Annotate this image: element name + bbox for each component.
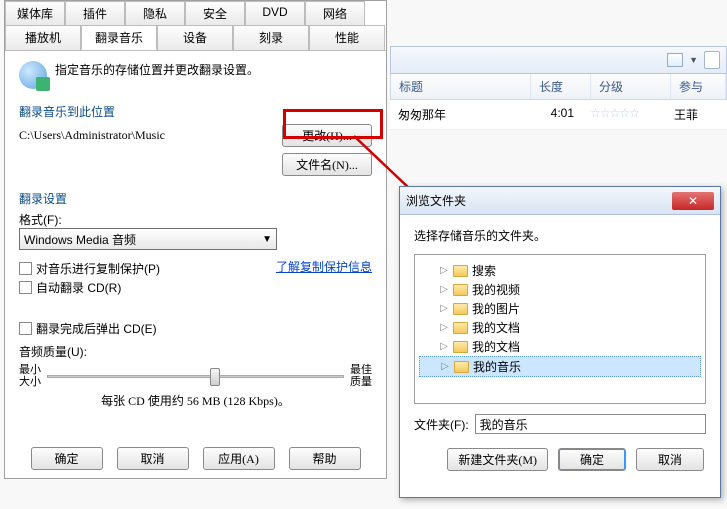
col-length[interactable]: 长度 [531, 74, 591, 99]
col-title[interactable]: 标题 [391, 74, 531, 99]
chevron-down-icon: ▼ [262, 234, 272, 245]
tab-network[interactable]: 网络 [305, 1, 365, 25]
cell-length: 4:01 [530, 106, 590, 123]
cell-title: 匆匆那年 [390, 106, 530, 123]
dialog-cancel-button[interactable]: 取消 [636, 448, 704, 471]
cd-rip-icon [19, 61, 47, 89]
tab-media-library[interactable]: 媒体库 [5, 1, 65, 25]
folder-icon [453, 341, 468, 353]
group-rip-settings: 翻录设置 [19, 190, 372, 207]
col-rating[interactable]: 分级 [591, 74, 671, 99]
tree-item-selected[interactable]: ▷我的音乐 [419, 356, 701, 377]
table-row[interactable]: 匆匆那年 4:01 ☆☆☆☆☆ 王菲 [390, 100, 727, 130]
cell-rating[interactable]: ☆☆☆☆☆ [590, 106, 670, 123]
format-value: Windows Media 音频 [24, 231, 136, 248]
header-description: 指定音乐的存储位置并更改翻录设置。 [55, 61, 259, 78]
tab-performance[interactable]: 性能 [309, 25, 385, 50]
view-options-icon[interactable] [667, 53, 683, 67]
tree-item[interactable]: ▷我的图片 [419, 299, 701, 318]
copy-protect-label: 对音乐进行复制保护(P) [36, 260, 160, 277]
folder-icon [453, 303, 468, 315]
search-box[interactable] [704, 51, 720, 69]
folder-icon [453, 284, 468, 296]
filename-button[interactable]: 文件名(N)... [282, 153, 372, 176]
tree-item[interactable]: ▷我的文档 [419, 318, 701, 337]
folder-icon [453, 322, 468, 334]
quality-slider[interactable] [47, 364, 344, 388]
expand-icon[interactable]: ▷ [439, 322, 449, 333]
close-button[interactable]: ✕ [672, 192, 714, 210]
ok-button[interactable]: 确定 [31, 447, 103, 470]
dialog-title: 浏览文件夹 [406, 192, 466, 209]
highlight-change-button [283, 109, 383, 139]
tree-item[interactable]: ▷搜索 [419, 261, 701, 280]
slider-max-label: 最佳 质量 [350, 364, 372, 388]
tab-strip: 媒体库 插件 隐私 安全 DVD 网络 播放机 翻录音乐 设备 刻录 性能 [5, 1, 386, 51]
checkbox-auto-rip[interactable] [19, 281, 32, 294]
expand-icon[interactable]: ▷ [439, 341, 449, 352]
rip-path: C:\Users\Administrator\Music [19, 128, 165, 143]
folder-icon [454, 361, 469, 373]
col-artist[interactable]: 参与 [671, 74, 726, 99]
library-table: ▼ 标题 长度 分级 参与 匆匆那年 4:01 ☆☆☆☆☆ 王菲 [390, 46, 727, 130]
slider-min-label: 最小 大小 [19, 364, 41, 388]
expand-icon[interactable]: ▷ [439, 284, 449, 295]
learn-copy-protect-link[interactable]: 了解复制保护信息 [276, 258, 372, 275]
cancel-button[interactable]: 取消 [117, 447, 189, 470]
tab-plugins[interactable]: 插件 [65, 1, 125, 25]
folder-tree[interactable]: ▷搜索 ▷我的视频 ▷我的图片 ▷我的文档 ▷我的文档 ▷我的音乐 [414, 254, 706, 404]
tab-rip-music[interactable]: 翻录音乐 [81, 25, 157, 50]
browse-folder-dialog: 浏览文件夹 ✕ 选择存储音乐的文件夹。 ▷搜索 ▷我的视频 ▷我的图片 ▷我的文… [399, 186, 721, 498]
apply-button[interactable]: 应用(A) [203, 447, 275, 470]
tab-player[interactable]: 播放机 [5, 25, 81, 50]
dialog-prompt: 选择存储音乐的文件夹。 [414, 227, 706, 244]
quality-hint: 每张 CD 使用约 56 MB (128 Kbps)。 [19, 392, 372, 409]
format-label: 格式(F): [19, 211, 372, 228]
tab-devices[interactable]: 设备 [157, 25, 233, 50]
expand-icon[interactable]: ▷ [439, 265, 449, 276]
tab-burn[interactable]: 刻录 [233, 25, 309, 50]
auto-rip-label: 自动翻录 CD(R) [36, 279, 121, 296]
help-button[interactable]: 帮助 [289, 447, 361, 470]
tab-privacy[interactable]: 隐私 [125, 1, 185, 25]
options-dialog: 媒体库 插件 隐私 安全 DVD 网络 播放机 翻录音乐 设备 刻录 性能 指定… [4, 0, 387, 479]
checkbox-eject[interactable] [19, 322, 32, 335]
folder-field-label: 文件夹(F): [414, 416, 469, 433]
new-folder-button[interactable]: 新建文件夹(M) [447, 448, 548, 471]
folder-icon [453, 265, 468, 277]
tree-item[interactable]: ▷我的文档 [419, 337, 701, 356]
tree-item[interactable]: ▷我的视频 [419, 280, 701, 299]
dialog-ok-button[interactable]: 确定 [558, 448, 626, 471]
expand-icon[interactable]: ▷ [439, 303, 449, 314]
checkbox-copy-protect[interactable] [19, 262, 32, 275]
toolbar-dropdown-icon[interactable]: ▼ [689, 55, 698, 65]
eject-label: 翻录完成后弹出 CD(E) [36, 320, 157, 337]
format-select[interactable]: Windows Media 音频 ▼ [19, 228, 277, 250]
quality-label: 音频质量(U): [19, 343, 372, 360]
tab-dvd[interactable]: DVD [245, 1, 305, 25]
expand-icon[interactable]: ▷ [440, 361, 450, 372]
library-toolbar: ▼ [390, 46, 727, 74]
folder-input[interactable] [475, 414, 706, 434]
slider-thumb[interactable] [210, 368, 220, 386]
cell-artist: 王菲 [670, 106, 727, 123]
tab-security[interactable]: 安全 [185, 1, 245, 25]
